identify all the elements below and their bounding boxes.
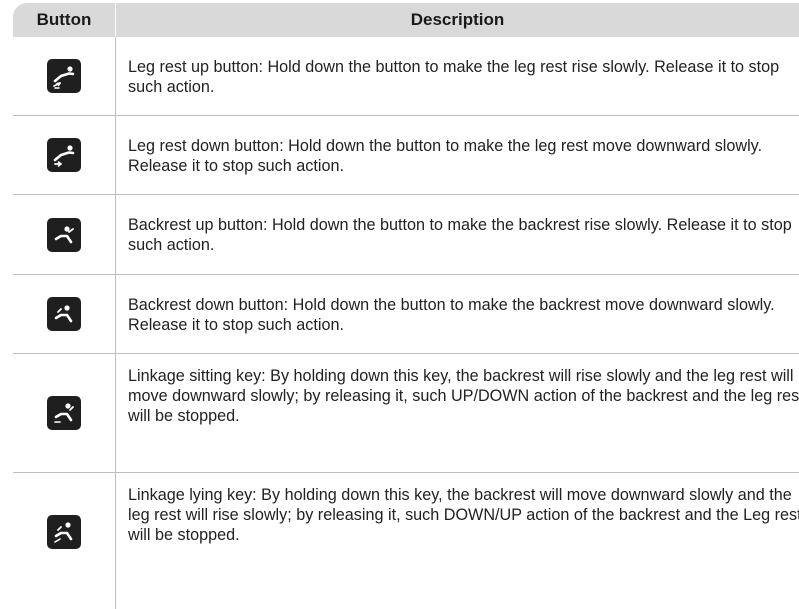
- leg-rest-up-icon: [47, 59, 81, 93]
- table-header: Button Description: [13, 3, 799, 37]
- row-description: Backrest up button: Hold down the button…: [128, 216, 792, 254]
- button-cell: [13, 275, 115, 353]
- backrest-up-icon: [47, 217, 81, 252]
- table-row: Leg rest down button: Hold down the butt…: [13, 116, 799, 194]
- linkage-lying-icon: [47, 515, 81, 549]
- header-description: Description: [410, 10, 505, 29]
- table-row: Backrest up button: Hold down the button…: [13, 195, 799, 274]
- table-row: Linkage lying key: By holding down this …: [13, 473, 799, 609]
- leg-rest-down-icon: [47, 138, 81, 172]
- button-cell: [13, 195, 115, 274]
- button-cell: [13, 473, 115, 609]
- table-row: Linkage sitting key: By holding down thi…: [13, 354, 799, 472]
- row-description: Leg rest down button: Hold down the butt…: [128, 137, 763, 175]
- row-description: Linkage sitting key: By holding down thi…: [128, 367, 799, 425]
- button-cell: [13, 37, 115, 115]
- linkage-sitting-icon: [47, 396, 81, 430]
- row-description: Leg rest up button: Hold down the button…: [128, 58, 780, 96]
- row-description: Backrest down button: Hold down the butt…: [128, 296, 775, 334]
- backrest-down-icon: [47, 297, 81, 331]
- row-description: Linkage lying key: By holding down this …: [128, 486, 799, 544]
- table-row: Backrest down button: Hold down the butt…: [13, 275, 799, 353]
- header-button: Button: [36, 10, 92, 29]
- table-row: Leg rest up button: Hold down the button…: [13, 37, 799, 115]
- button-cell: [13, 354, 115, 472]
- button-cell: [13, 116, 115, 194]
